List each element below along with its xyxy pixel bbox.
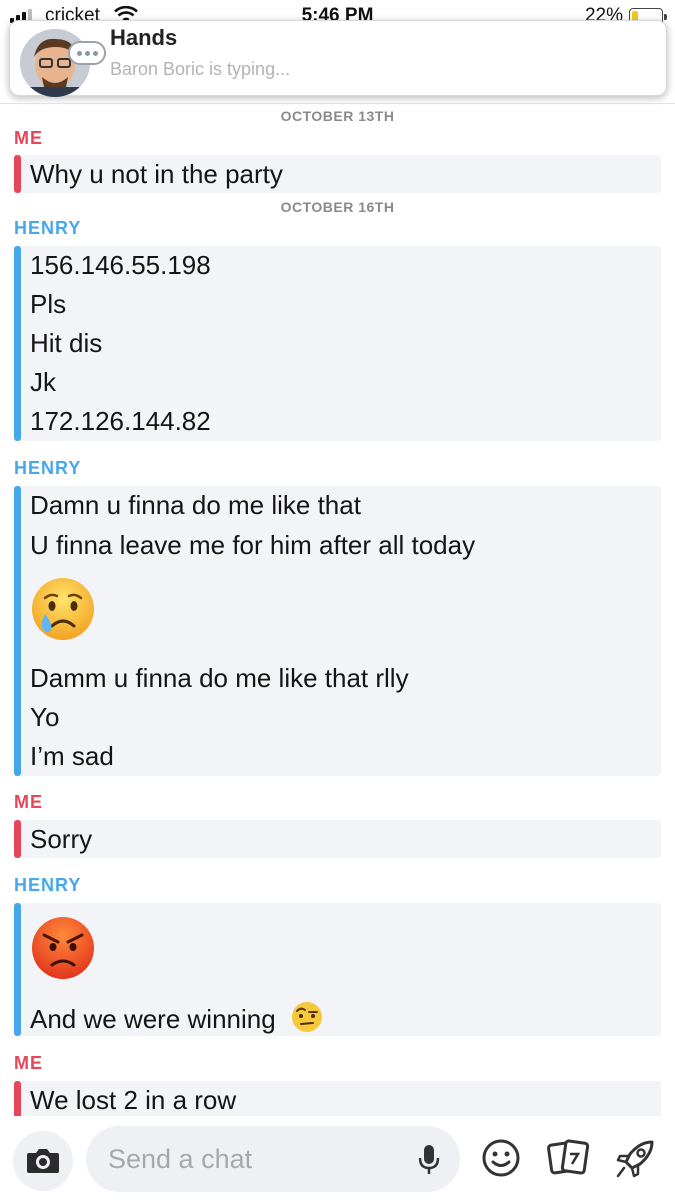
message-text: Damn u finna do me like that (30, 490, 361, 520)
camera-icon (27, 1149, 59, 1173)
sender-color-bar (14, 903, 21, 1036)
sender-color-bar (14, 155, 21, 193)
message-block[interactable]: Sorry (14, 820, 661, 858)
message-text: U finna leave me for him after all today (30, 530, 476, 560)
message-block[interactable]: 156.146.55.198 Pls Hit dis Jk 172.126.14… (14, 246, 661, 441)
message-block[interactable]: Damn u finna do me like that U finna lea… (14, 486, 661, 776)
sender-color-bar (14, 1081, 21, 1116)
message-text-content: And we were winning (30, 1004, 276, 1034)
message-block[interactable]: And we were winning (14, 903, 661, 1036)
message-text: I’m sad (30, 741, 114, 771)
crying-face-emoji (30, 576, 96, 647)
date-separator: OCTOBER 16TH (280, 199, 395, 215)
message-text: Damm u finna do me like that rlly (30, 663, 409, 693)
message-block[interactable]: We lost 2 in a row (14, 1081, 661, 1116)
typing-indicator-icon (68, 41, 106, 65)
message-block[interactable]: Why u not in the party (14, 155, 661, 193)
notification-title: Hands (110, 25, 178, 50)
message-text: 156.146.55.198 (30, 250, 211, 280)
sender-label: ME (14, 128, 43, 148)
sender-label: HENRY (14, 458, 82, 478)
message-text: Jk (30, 367, 56, 397)
date-separator: OCTOBER 13TH (280, 108, 395, 124)
sender-label: ME (14, 792, 43, 812)
typing-notification-banner[interactable]: Hands Baron Boric is typing... (9, 20, 667, 97)
microphone-icon[interactable] (418, 1144, 440, 1176)
message-text: Why u not in the party (30, 159, 283, 189)
message-text: We lost 2 in a row (30, 1085, 237, 1115)
message-text: And we were winning (30, 1001, 323, 1039)
message-text: Yo (30, 702, 60, 732)
chat-input-container[interactable] (86, 1126, 460, 1192)
angry-face-emoji (30, 915, 96, 986)
sender-label: HENRY (14, 218, 82, 238)
smiley-icon[interactable] (481, 1138, 521, 1178)
chat-input[interactable] (108, 1140, 408, 1178)
chat-input-bar (0, 1116, 675, 1200)
sender-color-bar (14, 486, 21, 776)
message-text: Pls (30, 289, 67, 319)
chat-thread[interactable]: OCTOBER 13TH ME Why u not in the party O… (0, 104, 675, 1116)
message-text: Sorry (30, 824, 93, 854)
camera-button[interactable] (13, 1131, 73, 1191)
message-text: 172.126.144.82 (30, 406, 211, 436)
notification-subtitle: Baron Boric is typing... (110, 59, 291, 79)
stickers-icon[interactable] (546, 1138, 590, 1178)
sender-label: HENRY (14, 875, 82, 895)
sender-label: ME (14, 1053, 43, 1073)
sender-color-bar (14, 246, 21, 441)
rocket-icon[interactable] (614, 1138, 656, 1180)
message-text: Hit dis (30, 328, 103, 358)
raised-eyebrow-emoji (291, 1001, 323, 1039)
sender-color-bar (14, 820, 21, 858)
